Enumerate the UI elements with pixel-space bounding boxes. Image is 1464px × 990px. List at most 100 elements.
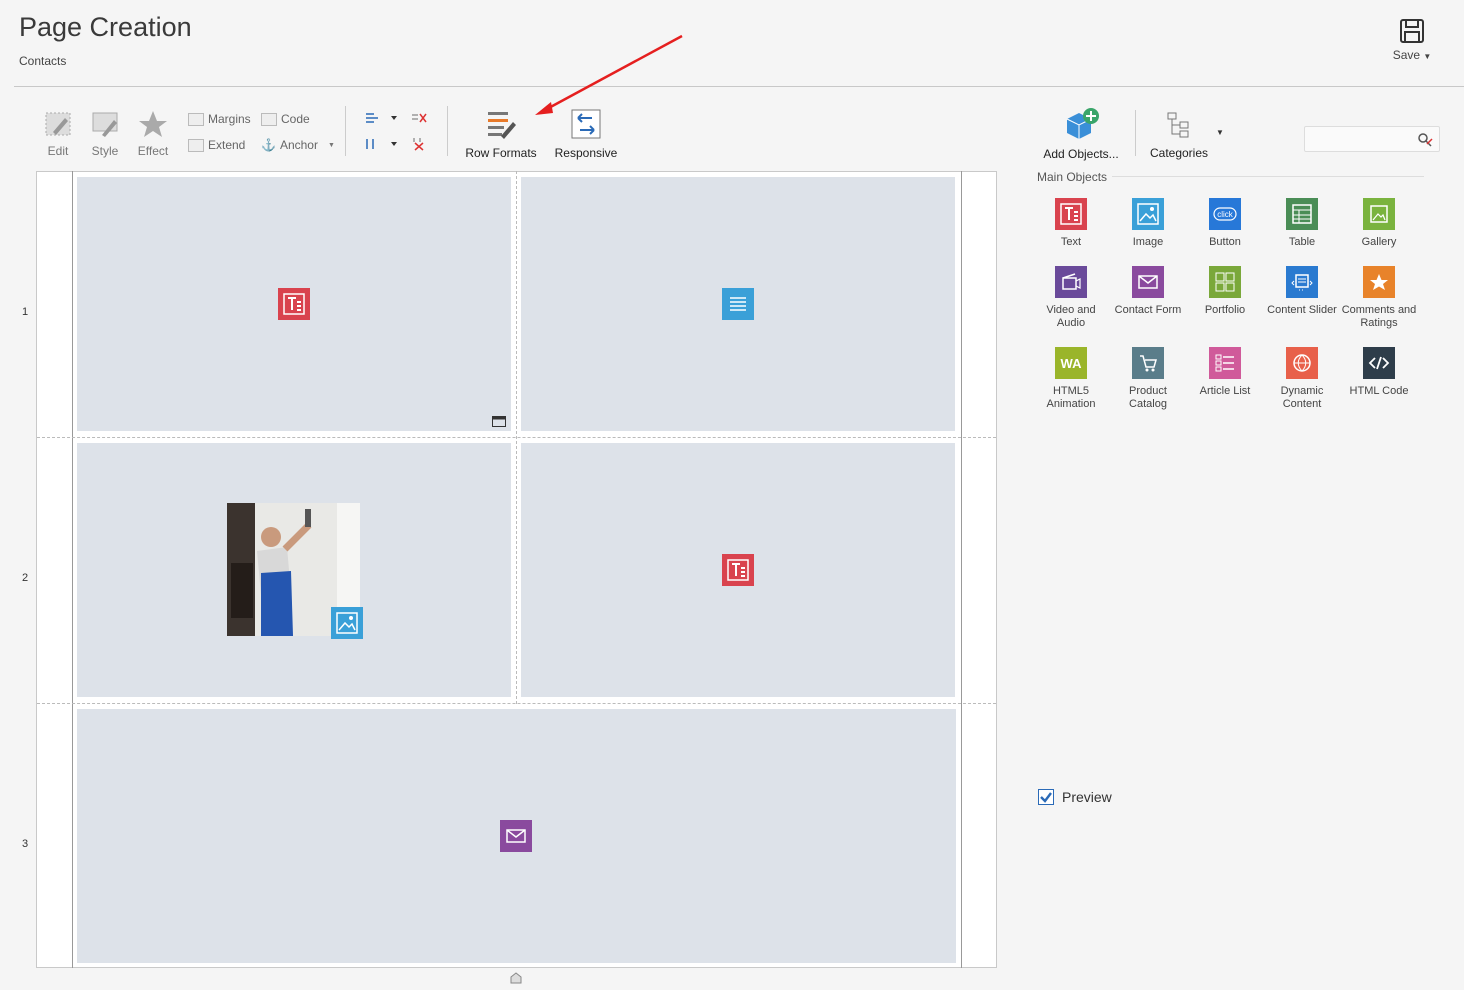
insert-row-button[interactable]: [364, 111, 398, 130]
section-divider: [1112, 176, 1424, 177]
article-list-icon: [1209, 347, 1241, 379]
search-icon[interactable]: [1417, 132, 1433, 148]
toolbar-separator: [447, 106, 448, 156]
object-comments-ratings[interactable]: Comments and Ratings: [1341, 266, 1417, 330]
table-icon: [1286, 198, 1318, 230]
margins-button[interactable]: Margins: [188, 112, 251, 126]
anchor-label: Anchor: [279, 138, 318, 152]
delete-row-button[interactable]: [411, 111, 427, 130]
cell-text[interactable]: [77, 177, 511, 431]
code-button[interactable]: Code: [261, 112, 310, 126]
object-dynamic-content[interactable]: Dynamic Content: [1264, 347, 1340, 411]
object-table[interactable]: Table: [1264, 198, 1340, 249]
object-contact-form[interactable]: Contact Form: [1110, 266, 1186, 317]
chevron-down-icon: ▼: [327, 141, 335, 149]
categories-button[interactable]: Categories: [1148, 110, 1210, 160]
cell-contact-form[interactable]: [77, 709, 956, 963]
object-text[interactable]: Text: [1033, 198, 1109, 249]
object-portfolio[interactable]: Portfolio: [1187, 266, 1263, 317]
effect-button[interactable]: Effect: [133, 110, 173, 158]
object-label: Gallery: [1361, 236, 1397, 248]
object-gallery[interactable]: Gallery: [1341, 198, 1417, 249]
preview-checkbox[interactable]: Preview: [1038, 789, 1112, 805]
object-label: Article List: [1199, 385, 1251, 397]
delete-row-icon: [412, 113, 427, 123]
edit-button[interactable]: Edit: [40, 110, 76, 158]
anchor-icon: ⚓: [261, 138, 276, 152]
object-html-code[interactable]: HTML Code: [1341, 347, 1417, 398]
save-button[interactable]: Save ▼: [1390, 18, 1434, 62]
delete-column-icon: [413, 138, 424, 151]
move-row-button[interactable]: [364, 137, 398, 156]
article-icon: [722, 288, 754, 320]
effect-label: Effect: [137, 144, 169, 158]
product-catalog-icon: [1132, 347, 1164, 379]
style-label: Style: [91, 144, 119, 158]
save-icon: [1400, 19, 1424, 43]
section-title: Main Objects: [1037, 170, 1108, 184]
object-label: Comments and Ratings: [1341, 304, 1417, 329]
row-formats-icon: [488, 112, 516, 139]
extend-icon: [188, 138, 204, 152]
image-icon: [1132, 198, 1164, 230]
cell-image[interactable]: [77, 443, 511, 697]
search-field[interactable]: [1304, 126, 1440, 152]
extend-button[interactable]: Extend: [188, 138, 245, 152]
text-icon: [722, 554, 754, 586]
comments-ratings-icon: [1363, 266, 1395, 298]
edit-label: Edit: [47, 144, 69, 158]
chevron-down-icon[interactable]: ▼: [1216, 128, 1224, 137]
cell-article[interactable]: [521, 177, 955, 431]
add-objects-button[interactable]: Add Objects...: [1040, 107, 1122, 161]
responsive-label: Responsive: [554, 146, 618, 160]
object-article-list[interactable]: Article List: [1187, 347, 1263, 398]
object-content-slider[interactable]: Content Slider: [1264, 266, 1340, 317]
object-image[interactable]: Image: [1110, 198, 1186, 249]
html-code-icon: [1363, 347, 1395, 379]
row-separator: [37, 437, 996, 438]
object-html5-animation[interactable]: WA HTML5 Animation: [1033, 347, 1109, 411]
object-label: HTML5 Animation: [1046, 385, 1096, 410]
add-objects-label: Add Objects...: [1043, 147, 1119, 161]
object-label: Table: [1288, 236, 1316, 248]
preview-label: Preview: [1062, 789, 1112, 805]
gallery-icon: [1363, 198, 1395, 230]
object-product-catalog[interactable]: Product Catalog: [1110, 347, 1186, 411]
object-button[interactable]: click Button: [1187, 198, 1263, 249]
extend-label: Extend: [208, 138, 246, 152]
object-video-audio[interactable]: Video and Audio: [1033, 266, 1109, 330]
contact-form-icon: [1132, 266, 1164, 298]
margins-icon: [188, 112, 204, 126]
row-number: 1: [22, 306, 29, 318]
row-number: 2: [22, 572, 29, 584]
categories-label: Categories: [1149, 146, 1209, 160]
object-label: Text: [1060, 236, 1082, 248]
video-audio-icon: [1055, 266, 1087, 298]
move-row-icon: [366, 139, 397, 149]
resize-handle-icon[interactable]: [510, 972, 522, 984]
row-separator: [37, 703, 996, 704]
margins-label: Margins: [208, 112, 251, 126]
content-slider-icon: [1286, 266, 1318, 298]
window-icon[interactable]: [492, 414, 506, 432]
cell-text[interactable]: [521, 443, 955, 697]
annotation-arrow: [535, 34, 683, 115]
add-objects-icon: [1066, 108, 1099, 139]
insert-row-icon: [366, 113, 397, 123]
left-margin-line: [72, 171, 73, 968]
anchor-button[interactable]: ⚓ Anchor ▼: [261, 138, 335, 152]
row-number: 3: [22, 838, 29, 850]
star-icon: [139, 111, 167, 137]
style-button[interactable]: Style: [86, 110, 124, 158]
dynamic-content-icon: [1286, 347, 1318, 379]
object-label: Portfolio: [1204, 304, 1246, 316]
checkbox-icon[interactable]: [1038, 789, 1054, 805]
contact-form-icon: [500, 820, 532, 852]
edit-icon: [45, 112, 71, 136]
delete-column-button[interactable]: [411, 137, 427, 156]
object-label: Video and Audio: [1046, 304, 1096, 329]
object-label: Image: [1132, 236, 1164, 248]
object-label: Button: [1209, 236, 1241, 248]
svg-text:click: click: [1217, 210, 1234, 219]
object-label: Contact Form: [1114, 304, 1182, 316]
